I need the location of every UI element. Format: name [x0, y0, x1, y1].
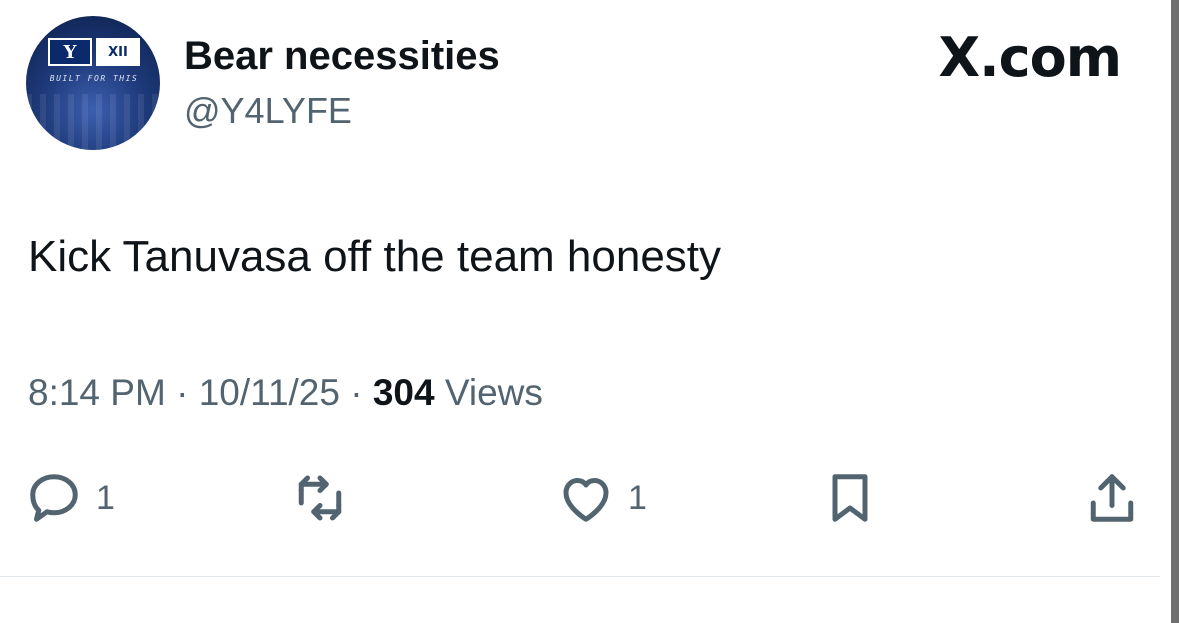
brand-label: X.com: [938, 26, 1122, 89]
reply-button[interactable]: 1: [24, 468, 115, 528]
like-button[interactable]: 1: [556, 468, 647, 528]
share-button[interactable]: [1082, 468, 1142, 528]
bottom-divider: [0, 576, 1160, 577]
user-handle[interactable]: @Y4LYFE: [184, 90, 352, 132]
bookmark-button[interactable]: [820, 468, 880, 528]
avatar-tagline: BUILT FOR THIS: [49, 74, 139, 83]
like-count: 1: [628, 478, 647, 517]
tweet-meta: 8:14 PM · 10/11/25 · 304 Views: [28, 372, 543, 414]
tweet-date[interactable]: 10/11/25: [199, 372, 340, 413]
display-name[interactable]: Bear necessities: [184, 34, 500, 79]
reply-icon: [30, 474, 78, 522]
tweet-text: Kick Tanuvasa off the team honesty: [28, 232, 722, 281]
avatar-logo: Y XII: [48, 38, 140, 68]
avatar-background: [26, 94, 160, 150]
views-label: Views: [444, 372, 543, 413]
share-icon: [1090, 474, 1134, 522]
meta-separator: ·: [350, 372, 363, 413]
repost-button[interactable]: [290, 468, 350, 528]
scrollbar-edge: [1171, 0, 1179, 623]
tweet-time[interactable]: 8:14 PM: [28, 372, 166, 413]
heart-icon: [563, 478, 609, 522]
avatar-logo-y: Y: [48, 38, 92, 66]
meta-separator: ·: [176, 372, 189, 413]
action-bar: 1 1: [0, 468, 1179, 528]
reply-count: 1: [96, 478, 115, 517]
repost-icon: [298, 475, 342, 521]
views-count: 304: [372, 372, 435, 413]
bookmark-icon: [832, 474, 868, 522]
avatar[interactable]: Y XII BUILT FOR THIS: [26, 16, 160, 150]
tweet-screenshot: Y XII BUILT FOR THIS Bear necessities @Y…: [0, 0, 1179, 623]
avatar-logo-xii: XII: [96, 38, 140, 66]
